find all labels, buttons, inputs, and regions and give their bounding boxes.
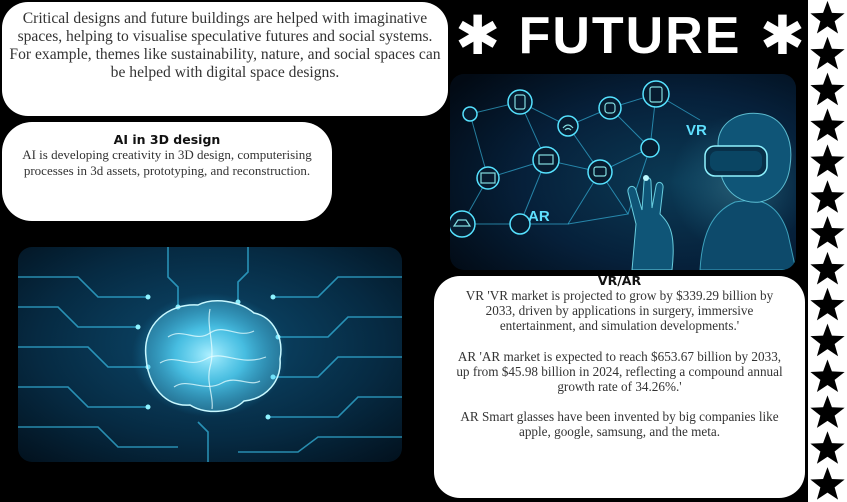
car-icon — [450, 210, 476, 238]
asterisk-icon-left: ✱ — [455, 4, 501, 67]
intro-card: Critical designs and future buildings ar… — [2, 2, 448, 116]
star-icon — [810, 287, 845, 321]
wifi-icon — [557, 115, 579, 137]
smart-glasses-text: AR Smart glasses have been invented by b… — [460, 409, 779, 440]
vr-ar-card: VR/AR VR 'VR market is projected to grow… — [434, 273, 805, 498]
laptop-icon — [532, 146, 560, 174]
ai-card: AI in 3D design AI is developing creativ… — [2, 122, 332, 221]
page-title: FUTURE — [518, 7, 742, 65]
phone-icon — [507, 89, 533, 115]
star-icon — [810, 36, 845, 70]
intro-text: Critical designs and future buildings ar… — [9, 10, 441, 81]
vr-market-text: VR 'VR market is projected to grow by $3… — [465, 288, 774, 334]
brain-circuit-icon — [18, 247, 402, 462]
title-row: ✱ FUTURE ✱ — [455, 0, 805, 72]
ar-label: AR — [528, 208, 550, 225]
ar-market-text: AR 'AR market is expected to reach $653.… — [456, 348, 783, 395]
brain-circuit-image — [18, 247, 402, 462]
star-icon — [810, 467, 845, 500]
star-icon — [810, 144, 845, 177]
monitor-icon — [476, 166, 500, 190]
ai-card-text: AI is developing creativity in 3D design… — [22, 147, 312, 178]
star-icon — [810, 359, 845, 393]
star-icon — [810, 216, 845, 249]
vr-ar-heading: VR/AR — [597, 273, 642, 288]
tablet-icon — [642, 80, 670, 108]
star-icon — [810, 431, 845, 464]
vr-ar-illustration: VR AR — [450, 74, 796, 270]
star-icon — [810, 395, 845, 428]
ai-card-heading: AI in 3D design — [113, 132, 221, 147]
star-icon — [810, 251, 845, 285]
vr-ar-image: VR AR — [450, 74, 796, 270]
star-icon — [810, 108, 845, 142]
camera-icon — [587, 159, 613, 185]
star-icon — [810, 323, 845, 357]
star-icon — [810, 72, 845, 106]
watch-icon — [598, 96, 622, 120]
star-icon — [810, 180, 845, 213]
vr-label: VR — [686, 122, 707, 139]
asterisk-icon-right: ✱ — [759, 4, 805, 67]
star-icon — [810, 0, 845, 34]
star-strip — [808, 0, 847, 502]
star-column — [810, 0, 845, 500]
